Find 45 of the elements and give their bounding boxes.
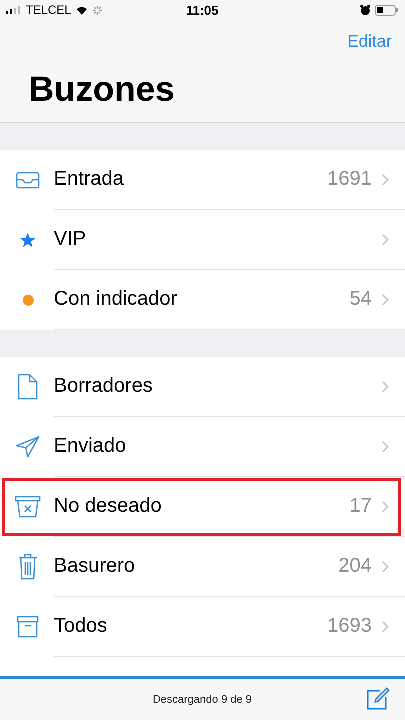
carrier: TELCEL — [26, 3, 72, 17]
unread-count: 17 — [350, 495, 372, 518]
compose-icon[interactable] — [366, 687, 390, 711]
mailbox-row[interactable]: Enviado — [0, 417, 405, 477]
mailbox-row[interactable]: VIP — [0, 210, 405, 270]
chevron-icon — [382, 560, 389, 572]
star-icon — [20, 232, 36, 248]
paper-plane-icon — [16, 436, 40, 458]
chevron-icon — [382, 380, 389, 392]
unread-count: 1693 — [328, 615, 372, 638]
junk-box-icon — [15, 496, 41, 518]
mailbox-row[interactable]: No deseado 17 — [0, 477, 405, 537]
signal-icon — [6, 6, 22, 14]
mailbox-label: No deseado — [54, 495, 163, 518]
mailbox-label: Entrada — [54, 168, 126, 191]
chevron-icon — [382, 500, 389, 512]
document-icon — [18, 374, 38, 400]
clock: 11:05 — [186, 2, 219, 18]
download-status: Descargando 9 de 9 — [152, 694, 252, 706]
mailbox-row[interactable]: Entrada 1691 — [0, 150, 405, 210]
mailbox-label: Con indicador — [54, 288, 178, 311]
mailbox-label: VIP — [54, 228, 88, 251]
mailbox-row[interactable]: Basurero 204 — [0, 537, 405, 597]
mailbox-label: Basurero — [54, 555, 136, 578]
wifi-icon — [75, 5, 90, 15]
unread-count: 1691 — [328, 168, 372, 191]
alarm-icon — [360, 4, 371, 16]
chevron-icon — [382, 440, 389, 452]
mailbox-row[interactable]: Con indicador 54 — [0, 270, 405, 330]
mailbox-label: Borradores — [54, 375, 154, 398]
trash-icon — [18, 554, 38, 580]
activity-icon — [93, 6, 102, 14]
chevron-icon — [382, 234, 389, 246]
mailbox-label: Todos — [54, 615, 108, 638]
chevron-icon — [382, 174, 389, 186]
page-title: Buzones — [28, 69, 176, 111]
mailbox-row[interactable]: Borradores — [0, 357, 405, 417]
unread-count: 54 — [350, 288, 372, 311]
chevron-icon — [382, 620, 389, 632]
battery-icon — [375, 4, 399, 16]
archive-box-icon — [17, 616, 39, 638]
unread-count: 204 — [338, 555, 372, 578]
tray-icon — [16, 172, 40, 188]
mailbox-label: Enviado — [54, 435, 128, 458]
chevron-icon — [382, 294, 389, 306]
